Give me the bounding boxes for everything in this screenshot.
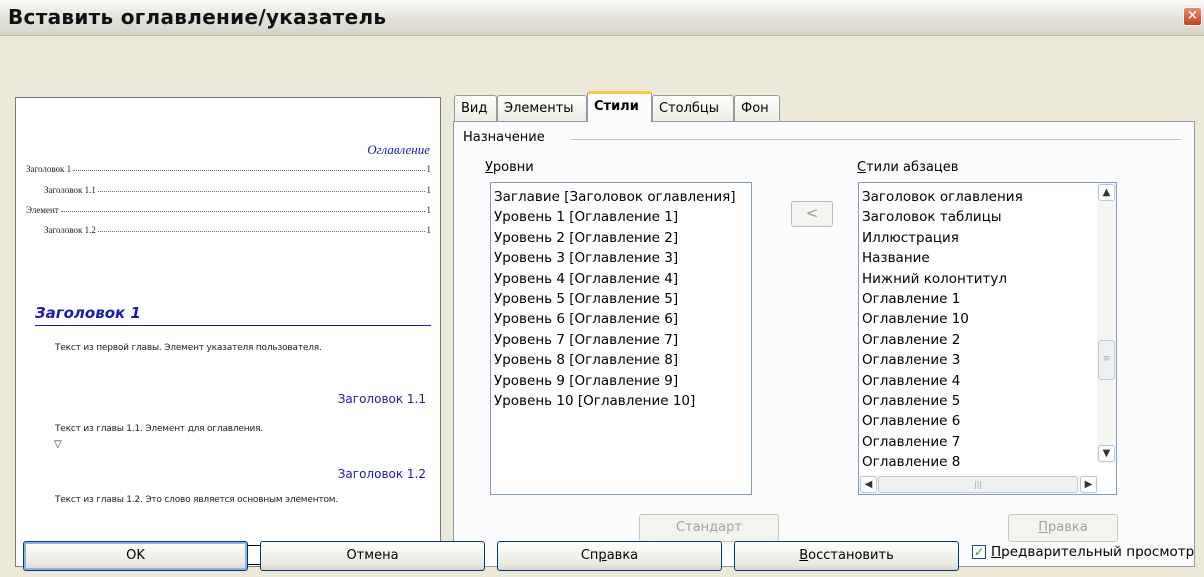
- scroll-up-icon[interactable]: ▲: [1098, 184, 1115, 201]
- list-item[interactable]: Оглавление 7: [859, 432, 1097, 452]
- cancel-button[interactable]: Отмена: [260, 541, 485, 571]
- preview-text: Текст из первой главы. Элемент указателя…: [55, 343, 322, 353]
- assignment-group-label: Назначение: [463, 130, 545, 145]
- list-item[interactable]: Оглавление 2: [859, 330, 1097, 350]
- checkmark-icon: ✓: [973, 545, 985, 559]
- preview-checkbox[interactable]: ✓: [972, 545, 986, 559]
- levels-list[interactable]: Заглавие [Заголовок оглавления] Уровень …: [490, 182, 752, 495]
- paragraph-styles-label: Стили абзацев: [857, 160, 959, 175]
- list-item[interactable]: Оглавление 10: [859, 309, 1097, 329]
- list-item[interactable]: Уровень 2 [Оглавление 2]: [491, 228, 751, 248]
- list-item[interactable]: Оглавление 8: [859, 452, 1097, 472]
- default-button[interactable]: Стандарт: [639, 514, 779, 542]
- list-item[interactable]: Уровень 5 [Оглавление 5]: [491, 289, 751, 309]
- group-divider: [571, 139, 1181, 140]
- title-bar: Вставить оглавление/указатель ×: [0, 0, 1204, 36]
- ok-button[interactable]: OK: [23, 541, 248, 571]
- list-item[interactable]: Уровень 8 [Оглавление 8]: [491, 350, 751, 370]
- list-item[interactable]: Уровень 10 [Оглавление 10]: [491, 391, 751, 411]
- list-item[interactable]: Уровень 7 [Оглавление 7]: [491, 330, 751, 350]
- preview-checkbox-label[interactable]: Предварительный просмотр: [991, 544, 1194, 560]
- preview-panel: Оглавление Заголовок 11 Заголовок 1.1 1 Э…: [15, 97, 441, 567]
- list-item[interactable]: Уровень 9 [Оглавление 9]: [491, 371, 751, 391]
- preview-toc-entry: Элемент 1: [26, 205, 431, 215]
- levels-label: Уровни: [485, 160, 534, 175]
- scroll-thumb[interactable]: |||: [878, 476, 1078, 493]
- list-item[interactable]: Иллюстрация: [859, 228, 1097, 248]
- preview-heading-1: Заголовок 1: [35, 304, 431, 326]
- paragraph-styles-list[interactable]: Заголовок оглавления Заголовок таблицы И…: [858, 182, 1117, 495]
- list-item[interactable]: Уровень 4 [Оглавление 4]: [491, 269, 751, 289]
- tab-entries[interactable]: Элементы: [497, 95, 587, 121]
- assign-style-button[interactable]: <: [791, 201, 833, 227]
- preview-mark: ▽: [54, 439, 62, 450]
- window-title: Вставить оглавление/указатель: [8, 5, 387, 29]
- tab-view[interactable]: Вид: [454, 95, 497, 121]
- list-item[interactable]: Оглавление 1: [859, 289, 1097, 309]
- list-item[interactable]: Заглавие [Заголовок оглавления]: [491, 187, 751, 207]
- list-item[interactable]: Уровень 3 [Оглавление 3]: [491, 248, 751, 268]
- horizontal-scrollbar[interactable]: ◀ ||| ▶: [859, 475, 1098, 494]
- list-item[interactable]: Оглавление 6: [859, 411, 1097, 431]
- preview-toc-title: Оглавление: [367, 142, 430, 157]
- preview-heading-1-1: Заголовок 1.1: [337, 392, 426, 406]
- reset-button[interactable]: Восстановить: [734, 541, 959, 571]
- scroll-left-icon[interactable]: ◀: [860, 476, 877, 493]
- scroll-right-icon[interactable]: ▶: [1080, 476, 1097, 493]
- styles-tab-panel: Назначение Уровни Стили абзацев Заглавие…: [453, 121, 1195, 567]
- tab-styles[interactable]: Стили: [587, 91, 652, 122]
- preview-toc-entry: Заголовок 1.2 1: [44, 225, 431, 235]
- list-item[interactable]: Оглавление 5: [859, 391, 1097, 411]
- preview-checkbox-row[interactable]: ✓ Предварительный просмотр: [972, 542, 1194, 562]
- preview-toc-entry: Заголовок 11: [26, 164, 431, 174]
- list-item[interactable]: Уровень 1 [Оглавление 1]: [491, 207, 751, 227]
- help-button[interactable]: Справка: [497, 541, 722, 571]
- list-item[interactable]: Оглавление 3: [859, 350, 1097, 370]
- scroll-thumb[interactable]: ≡: [1098, 340, 1115, 380]
- tab-background[interactable]: Фон: [734, 95, 780, 121]
- close-button[interactable]: ×: [1183, 7, 1202, 26]
- list-item[interactable]: Нижний колонтитул: [859, 269, 1097, 289]
- preview-text: Текст из главы 1.2. Это слово является о…: [55, 495, 339, 505]
- list-item[interactable]: Уровень 6 [Оглавление 6]: [491, 309, 751, 329]
- list-item[interactable]: Заголовок таблицы: [859, 207, 1097, 227]
- list-item[interactable]: Оглавление 4: [859, 371, 1097, 391]
- close-icon: ×: [1187, 8, 1198, 23]
- edit-button[interactable]: Правка: [1008, 514, 1118, 542]
- list-item[interactable]: Название: [859, 248, 1097, 268]
- list-item[interactable]: Заголовок оглавления: [859, 187, 1097, 207]
- scroll-down-icon[interactable]: ▼: [1098, 445, 1115, 462]
- dialog-body: Оглавление Заголовок 11 Заголовок 1.1 1 Э…: [0, 37, 1204, 577]
- vertical-scrollbar[interactable]: ▲ ≡ ▼: [1097, 183, 1116, 463]
- preview-text: Текст из главы 1.1. Элемент для оглавлен…: [55, 424, 263, 434]
- preview-toc-entry: Заголовок 1.1 1: [44, 185, 431, 195]
- preview-heading-1-2: Заголовок 1.2: [337, 467, 426, 481]
- tab-columns[interactable]: Столбцы: [652, 95, 734, 121]
